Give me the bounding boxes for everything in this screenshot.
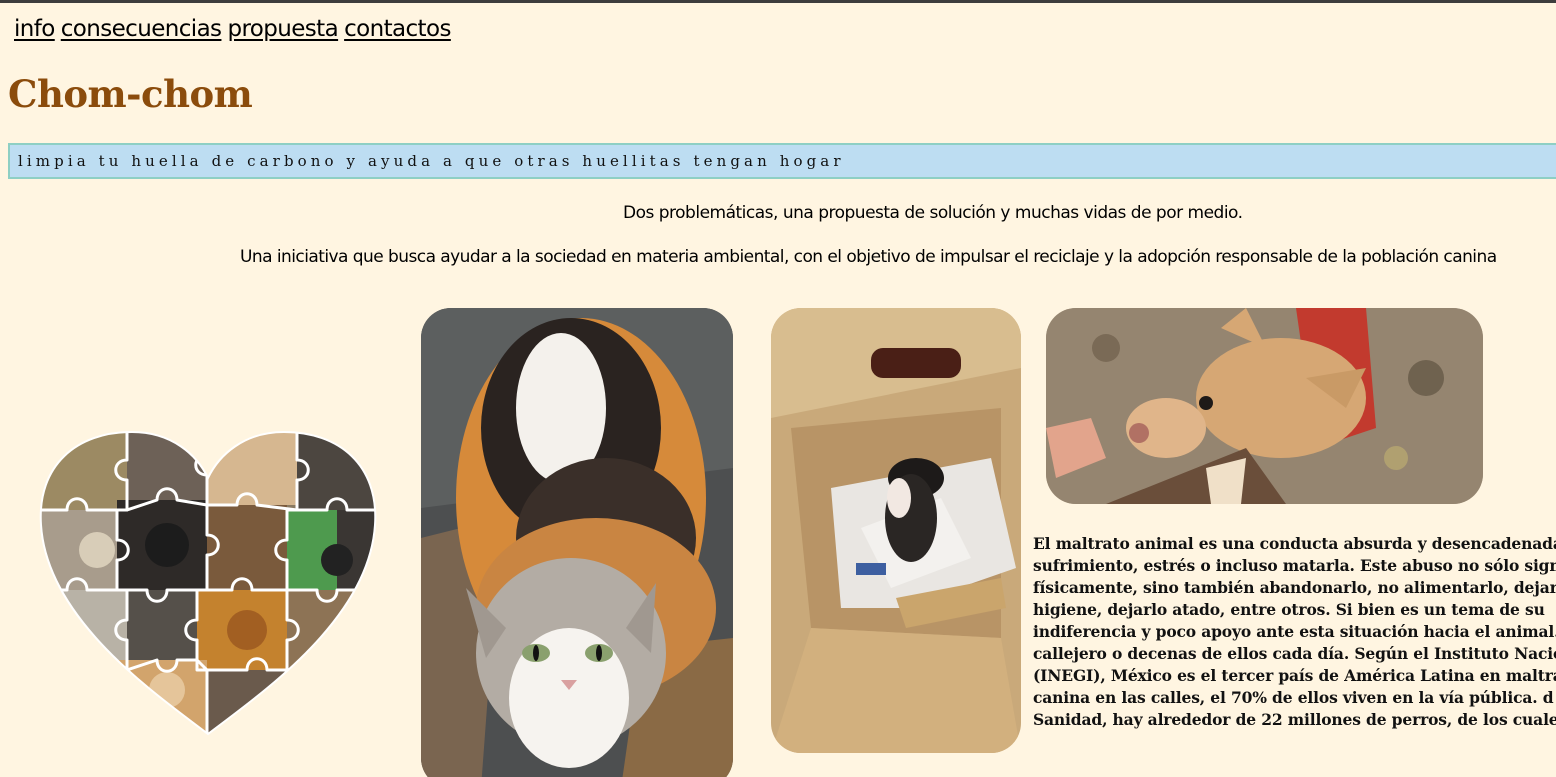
nav-link-propuesta[interactable]: propuesta — [227, 16, 338, 42]
puppies-in-box-photo — [771, 308, 1021, 753]
slogan-banner: limpia tu huella de carbono y ayuda a qu… — [8, 143, 1556, 179]
article-text: El maltrato animal es una conducta absur… — [1033, 533, 1556, 731]
nav-link-contactos[interactable]: contactos — [344, 16, 451, 42]
article-line: (INEGI), México es el tercer país de Amé… — [1033, 666, 1556, 685]
top-border — [0, 0, 1556, 3]
article-line: higiene, dejarlo atado, entre otros. Si … — [1033, 600, 1545, 619]
article-line: sufrimiento, estrés o incluso matarla. E… — [1033, 556, 1556, 575]
puppies-in-box-graphic — [771, 308, 1021, 753]
article-line: callejero o decenas de ellos cada día. S… — [1033, 644, 1556, 663]
page-title: Chom-chom — [8, 72, 253, 116]
calico-cat-photo — [421, 308, 733, 777]
chihuahua-photo — [1046, 308, 1483, 504]
intro-subtitle: Dos problemáticas, una propuesta de solu… — [623, 203, 1243, 223]
nav-link-info[interactable]: info — [14, 16, 55, 42]
article-line: indiferencia y poco apoyo ante esta situ… — [1033, 622, 1556, 641]
heart-puzzle-collage-image — [37, 430, 379, 740]
article-line: El maltrato animal es una conducta absur… — [1033, 534, 1556, 553]
nav-link-consecuencias[interactable]: consecuencias — [61, 16, 222, 42]
article-line: Sanidad, hay alrededor de 22 millones de… — [1033, 710, 1556, 729]
calico-cat-graphic — [421, 308, 733, 777]
main-nav: info consecuencias propuesta contactos — [14, 16, 457, 42]
heart-collage-graphic — [39, 430, 377, 736]
article-line: físicamente, sino también abandonarlo, n… — [1033, 578, 1556, 597]
article-line: canina en las calles, el 70% de ellos vi… — [1033, 688, 1554, 707]
intro-description: Una iniciativa que busca ayudar a la soc… — [240, 247, 1497, 267]
chihuahua-graphic — [1046, 308, 1483, 504]
